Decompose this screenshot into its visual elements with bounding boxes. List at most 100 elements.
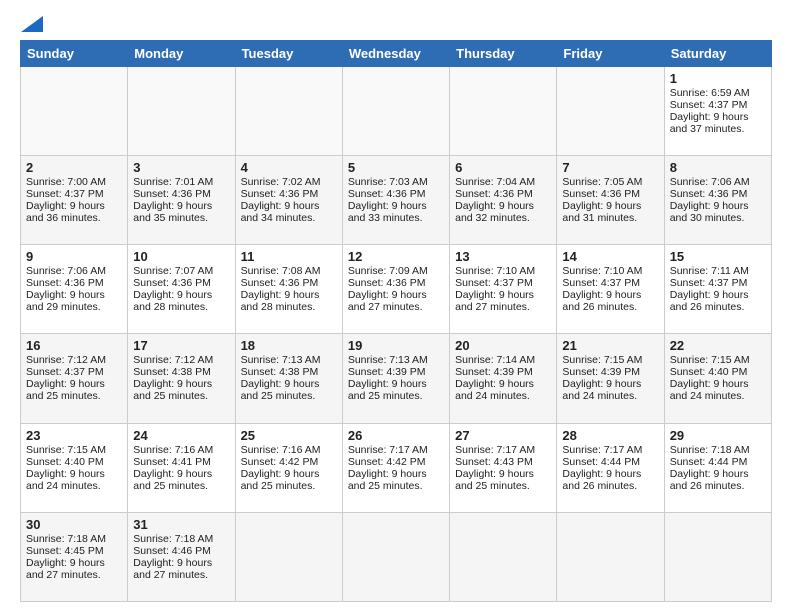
cell-text: Sunset: 4:39 PM: [455, 366, 551, 378]
day-header-friday: Friday: [557, 41, 664, 67]
calendar-cell: [450, 67, 557, 156]
cell-text: Daylight: 9 hours: [133, 200, 229, 212]
calendar-cell: 15Sunrise: 7:11 AMSunset: 4:37 PMDayligh…: [664, 245, 771, 334]
cell-text: Sunrise: 7:14 AM: [455, 354, 551, 366]
cell-text: Sunset: 4:37 PM: [455, 277, 551, 289]
cell-text: Daylight: 9 hours: [26, 289, 122, 301]
cell-text: Sunset: 4:36 PM: [26, 277, 122, 289]
calendar-cell: 17Sunrise: 7:12 AMSunset: 4:38 PMDayligh…: [128, 334, 235, 423]
cell-text: Daylight: 9 hours: [670, 378, 766, 390]
cell-text: Daylight: 9 hours: [133, 289, 229, 301]
calendar-cell: [557, 512, 664, 601]
day-number: 6: [455, 160, 551, 175]
cell-text: Daylight: 9 hours: [26, 468, 122, 480]
calendar-cell: 4Sunrise: 7:02 AMSunset: 4:36 PMDaylight…: [235, 156, 342, 245]
cell-text: Sunset: 4:36 PM: [562, 188, 658, 200]
calendar-cell: 10Sunrise: 7:07 AMSunset: 4:36 PMDayligh…: [128, 245, 235, 334]
cell-text: Daylight: 9 hours: [455, 378, 551, 390]
cell-text: Daylight: 9 hours: [26, 557, 122, 569]
cell-text: Sunset: 4:36 PM: [133, 277, 229, 289]
day-number: 19: [348, 338, 444, 353]
cell-text: and 25 minutes.: [241, 390, 337, 402]
cell-text: Daylight: 9 hours: [26, 378, 122, 390]
cell-text: Sunrise: 7:10 AM: [562, 265, 658, 277]
cell-text: Sunset: 4:36 PM: [348, 188, 444, 200]
cell-text: Daylight: 9 hours: [348, 200, 444, 212]
cell-text: Sunset: 4:43 PM: [455, 456, 551, 468]
calendar-cell: 6Sunrise: 7:04 AMSunset: 4:36 PMDaylight…: [450, 156, 557, 245]
cell-text: Sunrise: 7:01 AM: [133, 176, 229, 188]
cell-text: Daylight: 9 hours: [670, 200, 766, 212]
cell-text: Sunrise: 7:17 AM: [455, 444, 551, 456]
calendar-cell: [235, 512, 342, 601]
cell-text: Sunset: 4:36 PM: [241, 277, 337, 289]
header-row: SundayMondayTuesdayWednesdayThursdayFrid…: [21, 41, 772, 67]
calendar-cell: [557, 67, 664, 156]
cell-text: Sunset: 4:36 PM: [133, 188, 229, 200]
cell-text: Sunset: 4:40 PM: [26, 456, 122, 468]
cell-text: Daylight: 9 hours: [562, 378, 658, 390]
cell-text: Sunrise: 7:09 AM: [348, 265, 444, 277]
cell-text: and 30 minutes.: [670, 212, 766, 224]
cell-text: Sunset: 4:41 PM: [133, 456, 229, 468]
day-number: 16: [26, 338, 122, 353]
cell-text: and 28 minutes.: [241, 301, 337, 313]
day-number: 23: [26, 428, 122, 443]
cell-text: and 35 minutes.: [133, 212, 229, 224]
day-number: 30: [26, 517, 122, 532]
cell-text: Daylight: 9 hours: [348, 468, 444, 480]
week-row-3: 9Sunrise: 7:06 AMSunset: 4:36 PMDaylight…: [21, 245, 772, 334]
cell-text: Sunrise: 7:16 AM: [241, 444, 337, 456]
day-number: 26: [348, 428, 444, 443]
calendar-cell: 3Sunrise: 7:01 AMSunset: 4:36 PMDaylight…: [128, 156, 235, 245]
day-header-tuesday: Tuesday: [235, 41, 342, 67]
cell-text: Sunset: 4:42 PM: [348, 456, 444, 468]
cell-text: Sunrise: 7:06 AM: [26, 265, 122, 277]
cell-text: and 25 minutes.: [133, 390, 229, 402]
cell-text: Sunrise: 7:18 AM: [26, 533, 122, 545]
calendar-cell: 29Sunrise: 7:18 AMSunset: 4:44 PMDayligh…: [664, 423, 771, 512]
cell-text: and 26 minutes.: [562, 480, 658, 492]
day-header-monday: Monday: [128, 41, 235, 67]
calendar-cell: 27Sunrise: 7:17 AMSunset: 4:43 PMDayligh…: [450, 423, 557, 512]
day-number: 17: [133, 338, 229, 353]
cell-text: Sunrise: 7:13 AM: [241, 354, 337, 366]
cell-text: Sunrise: 7:13 AM: [348, 354, 444, 366]
cell-text: and 25 minutes.: [455, 480, 551, 492]
cell-text: Daylight: 9 hours: [562, 468, 658, 480]
calendar-cell: [128, 67, 235, 156]
day-number: 21: [562, 338, 658, 353]
calendar-cell: 22Sunrise: 7:15 AMSunset: 4:40 PMDayligh…: [664, 334, 771, 423]
cell-text: Sunrise: 7:15 AM: [562, 354, 658, 366]
cell-text: Sunrise: 7:11 AM: [670, 265, 766, 277]
cell-text: and 26 minutes.: [562, 301, 658, 313]
calendar-cell: 23Sunrise: 7:15 AMSunset: 4:40 PMDayligh…: [21, 423, 128, 512]
day-number: 24: [133, 428, 229, 443]
calendar-cell: 11Sunrise: 7:08 AMSunset: 4:36 PMDayligh…: [235, 245, 342, 334]
day-number: 12: [348, 249, 444, 264]
calendar-page: SundayMondayTuesdayWednesdayThursdayFrid…: [0, 0, 792, 612]
cell-text: and 24 minutes.: [455, 390, 551, 402]
calendar-cell: [342, 67, 449, 156]
logo-icon: [21, 16, 43, 32]
calendar-cell: [664, 512, 771, 601]
cell-text: and 27 minutes.: [26, 569, 122, 581]
day-number: 2: [26, 160, 122, 175]
week-row-5: 23Sunrise: 7:15 AMSunset: 4:40 PMDayligh…: [21, 423, 772, 512]
cell-text: and 37 minutes.: [670, 123, 766, 135]
calendar-cell: 20Sunrise: 7:14 AMSunset: 4:39 PMDayligh…: [450, 334, 557, 423]
cell-text: and 24 minutes.: [670, 390, 766, 402]
cell-text: Sunset: 4:37 PM: [562, 277, 658, 289]
cell-text: and 25 minutes.: [348, 390, 444, 402]
calendar-cell: 5Sunrise: 7:03 AMSunset: 4:36 PMDaylight…: [342, 156, 449, 245]
cell-text: Daylight: 9 hours: [241, 200, 337, 212]
cell-text: Daylight: 9 hours: [133, 468, 229, 480]
cell-text: and 36 minutes.: [26, 212, 122, 224]
calendar-cell: 26Sunrise: 7:17 AMSunset: 4:42 PMDayligh…: [342, 423, 449, 512]
cell-text: Daylight: 9 hours: [562, 200, 658, 212]
cell-text: Sunrise: 6:59 AM: [670, 87, 766, 99]
cell-text: Sunrise: 7:15 AM: [26, 444, 122, 456]
calendar-cell: 8Sunrise: 7:06 AMSunset: 4:36 PMDaylight…: [664, 156, 771, 245]
calendar-cell: 13Sunrise: 7:10 AMSunset: 4:37 PMDayligh…: [450, 245, 557, 334]
cell-text: Sunrise: 7:17 AM: [348, 444, 444, 456]
